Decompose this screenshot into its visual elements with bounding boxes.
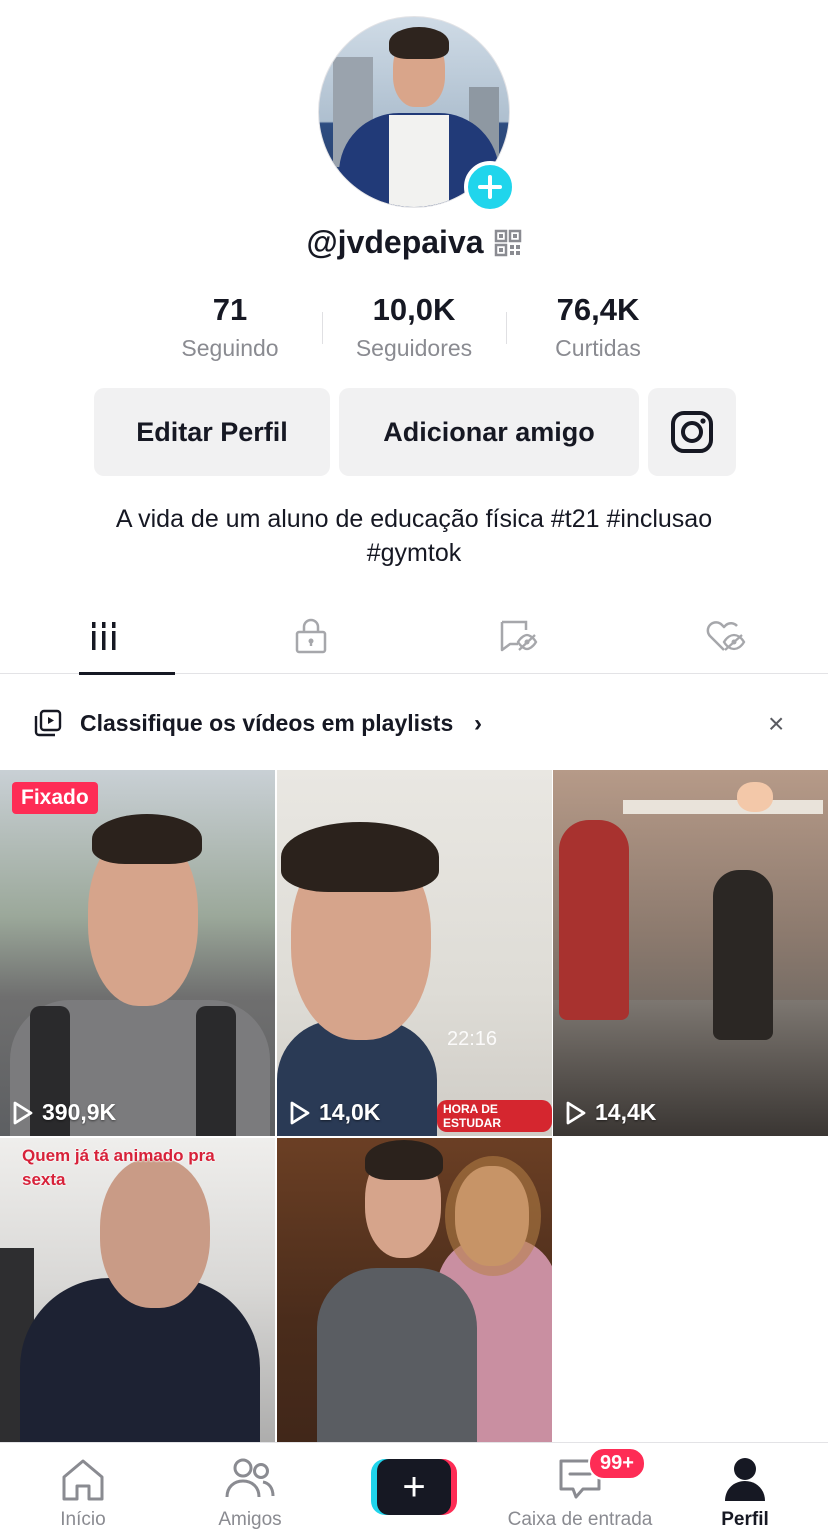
plus-icon [478,175,502,199]
tab-reposts[interactable] [414,598,621,674]
stat-label: Curtidas [555,335,641,361]
nav-inbox[interactable]: 99+ Caixa de entrada [494,1443,666,1540]
add-avatar-button[interactable] [464,161,516,213]
video-thumbnail[interactable]: 14,4K [553,770,828,1136]
thumb-figure-body [559,820,629,1020]
edit-profile-button[interactable]: Editar Perfil [94,388,330,476]
lock-icon [295,618,326,654]
stat-value: 71 [212,292,248,327]
video-thumbnail[interactable]: Fixado 390,9K [0,770,275,1136]
overlay-clock-text: 22:16 [447,1028,498,1050]
videos-grid-icon [91,622,115,650]
inbox-badge: 99+ [588,1447,646,1480]
nav-label: Início [60,1509,106,1530]
stat-value: 76,4K [556,292,640,327]
nav-label: Perfil [721,1509,769,1530]
thumb-hair [445,1156,541,1276]
instagram-icon [671,411,713,453]
stat-label: Seguidores [355,335,473,361]
liked-hidden-icon [706,621,745,651]
view-count: 14,0K [289,1099,380,1126]
tab-videos[interactable] [0,598,207,675]
create-button-graphic: + [371,1459,457,1515]
bio-line: #gymtok [366,539,462,567]
thumb-sticker-face [737,782,773,812]
playlist-banner-text[interactable]: Classifique os vídeos em playlists [80,708,453,738]
create-button[interactable]: + [370,1443,458,1540]
profile-actions: Editar Perfil Adicionar amigo [94,388,736,476]
nav-friends[interactable]: Amigos [200,1443,300,1540]
avatar-hair [389,27,449,59]
profile-handle: @jvdepaiva [306,224,484,260]
view-count-text: 14,4K [595,1099,657,1125]
stat-label: Seguindo [181,335,279,361]
tab-private[interactable] [207,598,414,674]
stat-followers[interactable]: 10,0K Seguidores [322,292,506,362]
profile-tabs [0,598,828,675]
view-count-text: 14,0K [319,1099,381,1125]
view-count-text: 390,9K [42,1099,117,1125]
add-friend-button[interactable]: Adicionar amigo [339,388,639,476]
playlist-icon [34,709,62,737]
home-icon [62,1459,104,1501]
video-thumbnail[interactable]: 22:16 HORA DE ESTUDAR 14,0K [277,770,552,1136]
nav-label: Amigos [218,1509,282,1530]
thumb-figure-body [713,870,773,1040]
nav-label: Caixa de entrada [507,1509,653,1530]
pinned-badge: Fixado [12,782,98,814]
view-count: 390,9K [12,1099,116,1126]
profile-stats: 71 Seguindo 10,0K Seguidores 76,4K Curti… [138,292,690,362]
reposts-hidden-icon [500,620,537,652]
thumb-hair [281,822,439,892]
caption-line: Quem já tá animado pra [22,1146,215,1165]
profile-bio: A vida de um aluno de educação física #t… [40,502,788,570]
play-icon [290,1101,310,1124]
profile-avatar-container[interactable] [318,16,516,213]
nav-home[interactable]: Início [38,1443,128,1540]
stat-likes[interactable]: 76,4K Curtidas [506,292,690,362]
stat-value: 10,0K [372,292,456,327]
overlay-sticker: HORA DE ESTUDAR [437,1100,552,1132]
play-icon [566,1101,586,1124]
playlist-banner[interactable]: Classifique os vídeos em playlists › × [0,700,828,746]
caption-line: sexta [22,1170,66,1189]
profile-icon [725,1458,765,1501]
avatar-shirt [389,115,449,207]
thumb-hair [365,1140,443,1180]
bottom-navigation: Início Amigos + 99+ Caixa de entrada Per… [0,1442,828,1540]
thumb-ceiling-light [623,800,823,814]
close-icon[interactable]: × [768,708,784,740]
handle-row: @jvdepaiva [0,224,828,261]
view-count: 14,4K [565,1099,656,1126]
video-caption-overlay: Quem já tá animado pra sexta [22,1144,215,1192]
nav-profile[interactable]: Perfil [700,1443,790,1540]
tab-liked[interactable] [621,598,828,674]
stat-following[interactable]: 71 Seguindo [138,292,322,362]
bio-line: A vida de um aluno de educação física #t… [115,505,713,533]
thumb-hair [92,814,202,864]
plus-icon: + [377,1459,451,1515]
play-icon [13,1101,33,1124]
instagram-button[interactable] [648,388,736,476]
qr-code-icon[interactable] [494,229,522,257]
chevron-right-icon: › [474,710,482,737]
friends-icon [225,1458,275,1498]
thumb-backpack-strap [196,1006,236,1136]
